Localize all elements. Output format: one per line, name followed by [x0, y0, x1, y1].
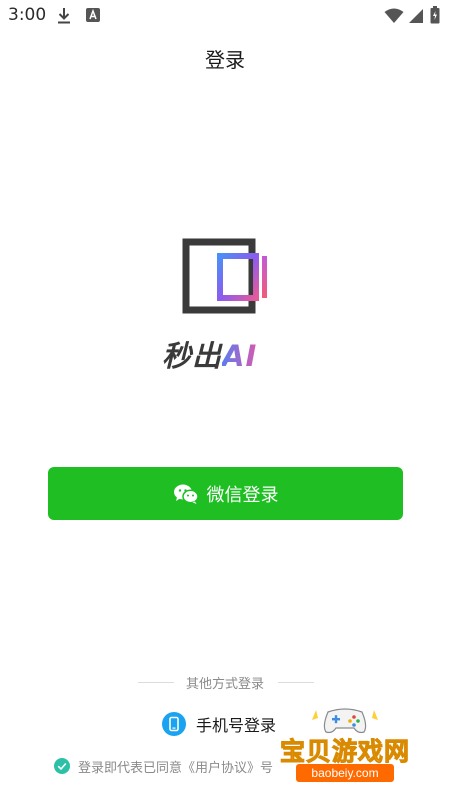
wifi-icon	[384, 8, 404, 23]
brand-name-ai: AI	[222, 339, 258, 373]
battery-icon	[430, 6, 440, 24]
divider-line-right	[278, 682, 314, 683]
wechat-login-label: 微信登录	[206, 484, 279, 506]
watermark-url: baobeiy.com	[296, 764, 394, 782]
user-agreement-link[interactable]: 《用户协议》	[182, 757, 260, 776]
agreement-row: 登录即代表已同意 《用户协议》号	[54, 756, 273, 776]
other-methods-label: 其他方式登录	[185, 677, 264, 692]
signal-icon	[409, 9, 423, 23]
logo-mark-icon	[182, 238, 267, 314]
watermark: 宝贝游戏网 baobeiy.com	[270, 706, 420, 786]
phone-login-label: 手机号登录	[196, 716, 277, 735]
status-bar: 3:00	[0, 0, 450, 32]
brand-logo-text: 秒出AI	[162, 333, 302, 373]
status-time: 3:00	[8, 5, 47, 25]
phone-icon	[162, 712, 186, 736]
wechat-icon	[173, 484, 199, 504]
wechat-login-button[interactable]: 微信登录	[48, 467, 403, 520]
agree-checkbox-icon[interactable]	[54, 758, 70, 774]
page-title: 登录	[205, 48, 245, 72]
login-screen: 3:00 登录 秒出AI 微信登录 其他方式登录 手机号登录 登录即代表已同意 …	[0, 0, 450, 800]
agreement-prefix: 登录即代表已同意	[78, 760, 183, 776]
other-methods-divider: 其他方式登录	[0, 672, 450, 692]
download-icon	[58, 8, 70, 24]
phone-login-button[interactable]: 手机号登录	[162, 710, 276, 738]
app-notification-icon	[86, 8, 100, 22]
watermark-title: 宝贝游戏网	[279, 737, 410, 767]
brand-name-cn: 秒出	[162, 339, 223, 373]
